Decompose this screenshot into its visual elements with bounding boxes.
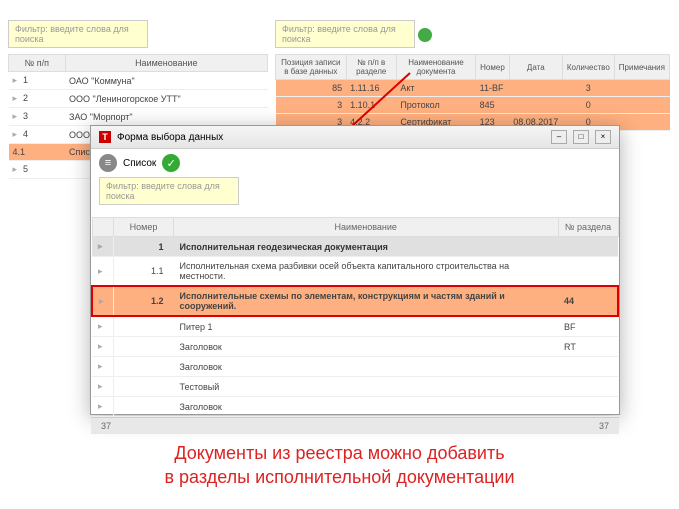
- filter-right[interactable]: Фильтр: введите слова для поиска: [275, 20, 415, 48]
- list-item[interactable]: ▸1Исполнительная геодезическая документа…: [92, 237, 618, 257]
- close-button[interactable]: ×: [595, 130, 611, 144]
- dcol-num: Номер: [114, 218, 174, 237]
- dcol-sec: № раздела: [558, 218, 618, 237]
- app-icon: T: [99, 131, 111, 143]
- list-item[interactable]: ▸1.2Исполнительные схемы по элементам, к…: [92, 286, 618, 316]
- table-row[interactable]: 851.11.16Акт11-BF3: [276, 80, 670, 97]
- table-row[interactable]: 31.10.1Протокол8450: [276, 97, 670, 114]
- caption-line2: в разделы исполнительной документации: [0, 466, 679, 489]
- table-row[interactable]: ▸ 1ОАО "Коммуна": [9, 72, 268, 90]
- right-header: Позиция записи в базе данных№ п/п в разд…: [276, 55, 670, 80]
- dialog-titlebar: T Форма выбора данных – □ ×: [91, 126, 619, 149]
- selection-dialog: T Форма выбора данных – □ × ≡ Список ✓ Ф…: [90, 125, 620, 415]
- table-row[interactable]: ▸ 2ООО "Лениногорское УТТ": [9, 90, 268, 108]
- footer-left: 37: [101, 421, 111, 431]
- list-item[interactable]: ▸Питер 1BF: [92, 316, 618, 337]
- dialog-footer: 37 37: [91, 417, 619, 434]
- right-table: Позиция записи в базе данных№ п/п в разд…: [275, 54, 670, 131]
- maximize-button[interactable]: □: [573, 130, 589, 144]
- list-item[interactable]: ▸ЗаголовокRT: [92, 337, 618, 357]
- col-name: Наименование: [65, 55, 267, 72]
- list-tool-icon[interactable]: ≡: [99, 154, 117, 172]
- dialog-table: Номер Наименование № раздела ▸1Исполните…: [91, 217, 619, 417]
- right-panel: Фильтр: введите слова для поиска Позиция…: [275, 20, 670, 131]
- dcol-name: Наименование: [174, 218, 559, 237]
- list-label: Список: [123, 158, 156, 169]
- list-item[interactable]: ▸Заголовок: [92, 357, 618, 377]
- dialog-toolbar: ≡ Список ✓: [91, 149, 619, 177]
- slide-caption: Документы из реестра можно добавить в ра…: [0, 442, 679, 489]
- list-item[interactable]: ▸Заголовок: [92, 397, 618, 417]
- dialog-title-text: Форма выбора данных: [117, 132, 223, 143]
- dialog-filter[interactable]: Фильтр: введите слова для поиска: [99, 177, 239, 205]
- list-item[interactable]: ▸1.1Исполнительная схема разбивки осей о…: [92, 257, 618, 287]
- list-item[interactable]: ▸Тестовый: [92, 377, 618, 397]
- filter-left[interactable]: Фильтр: введите слова для поиска: [8, 20, 148, 48]
- footer-right: 37: [599, 421, 609, 431]
- add-icon[interactable]: [418, 28, 432, 42]
- col-np: № п/п: [9, 55, 66, 72]
- caption-line1: Документы из реестра можно добавить: [0, 442, 679, 465]
- minimize-button[interactable]: –: [551, 130, 567, 144]
- table-row[interactable]: ▸ 3ЗАО "Морпорт": [9, 108, 268, 126]
- ok-tool-icon[interactable]: ✓: [162, 154, 180, 172]
